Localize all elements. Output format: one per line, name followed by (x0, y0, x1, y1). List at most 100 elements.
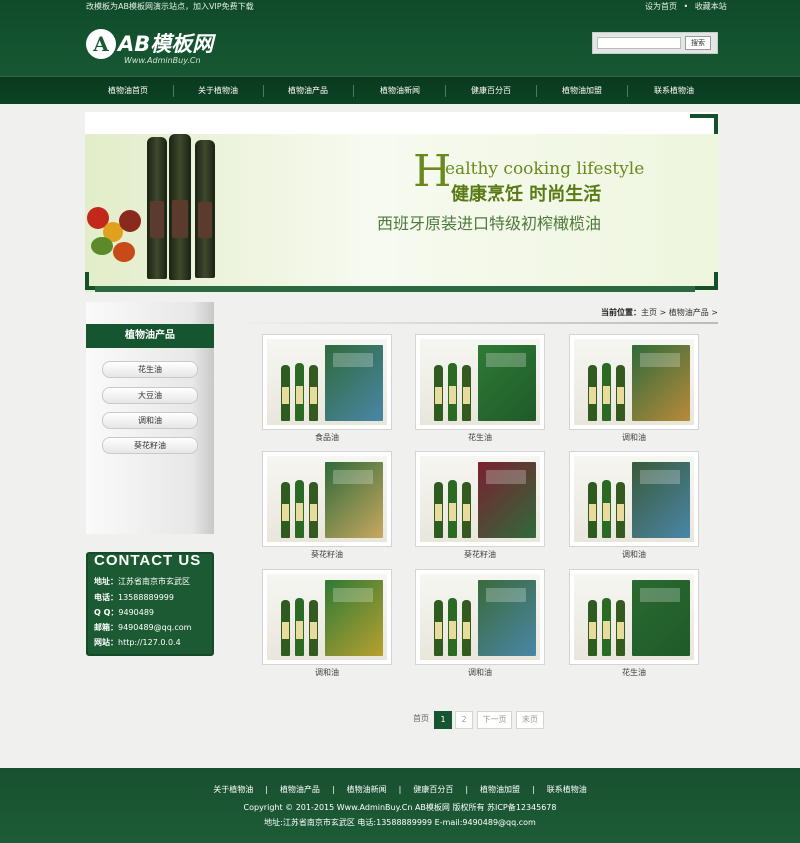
vegetable-image (113, 242, 135, 262)
search-button[interactable]: 搜索 (685, 36, 711, 50)
nav-item[interactable]: 联系植物油 (629, 77, 719, 105)
nav-item[interactable]: 植物油加盟 (537, 77, 627, 105)
product-card[interactable]: 葵花籽油 (262, 451, 392, 559)
breadcrumb-separator: > (656, 308, 669, 317)
bottle-image (434, 365, 443, 421)
bottle-image (295, 363, 304, 421)
product-image[interactable] (574, 339, 694, 425)
product-image[interactable] (420, 339, 540, 425)
contact-address: 地址：江苏省南京市玄武区 (94, 576, 190, 587)
contact-label: 网站： (94, 638, 118, 647)
product-image-frame[interactable] (415, 451, 545, 547)
product-caption[interactable]: 调和油 (569, 432, 699, 443)
footer-link[interactable]: 植物油加盟 (480, 785, 520, 794)
nav-item[interactable]: 关于植物油 (173, 77, 263, 105)
product-card[interactable]: 葵花籽油 (415, 451, 545, 559)
contact-heading: CONTACT US (94, 552, 202, 569)
pager-page[interactable]: 2 (455, 711, 473, 729)
nav-item[interactable]: 植物油产品 (263, 77, 353, 105)
header: 改模板为AB模板网演示站点，加入VIP免费下载 设为首页 • 收藏本站 A AB… (0, 0, 800, 104)
footer-link[interactable]: 植物油产品 (280, 785, 320, 794)
product-caption[interactable]: 调和油 (262, 667, 392, 678)
pager-page-current[interactable]: 1 (434, 711, 452, 729)
nav-separator (353, 85, 354, 97)
product-image-frame[interactable] (262, 334, 392, 430)
footer-address: 地址:江苏省南京市玄武区 电话:13588889999 E-mail:94904… (264, 818, 536, 827)
product-image[interactable] (574, 574, 694, 660)
product-image[interactable] (420, 574, 540, 660)
bottle-image (434, 482, 443, 538)
breadcrumb: 当前位置：主页 > 植物油产品 > (244, 305, 718, 321)
olive-oil-bottle-image (169, 134, 191, 280)
bottle-image (588, 365, 597, 421)
product-caption[interactable]: 调和油 (415, 667, 545, 678)
product-card[interactable]: 调和油 (569, 451, 699, 559)
footer-link[interactable]: 健康百分百 (413, 785, 453, 794)
pager-first[interactable]: 首页 (410, 711, 432, 729)
product-image[interactable] (420, 456, 540, 542)
contact-value: 13588889999 (118, 593, 174, 602)
product-image[interactable] (267, 574, 387, 660)
product-caption[interactable]: 食品油 (262, 432, 392, 443)
favorite-link[interactable]: 收藏本站 (695, 2, 727, 11)
contact-value[interactable]: http://127.0.0.4 (118, 638, 181, 647)
product-caption[interactable]: 葵花籽油 (415, 549, 545, 560)
product-image[interactable] (574, 456, 694, 542)
category-item[interactable]: 花生油 (102, 361, 198, 378)
dot-separator: • (683, 2, 689, 11)
search-input[interactable] (597, 37, 681, 49)
product-image-frame[interactable] (415, 569, 545, 665)
product-image[interactable] (267, 339, 387, 425)
contact-qq: Q Q：9490489 (94, 607, 154, 618)
bottle-image (462, 365, 471, 421)
product-caption[interactable]: 花生油 (415, 432, 545, 443)
breadcrumb-current-link[interactable]: 植物油产品 (669, 308, 709, 317)
category-item[interactable]: 葵花籽油 (102, 437, 198, 454)
olive-oil-bottle-image (195, 140, 215, 278)
bottle-image (616, 365, 625, 421)
product-image[interactable] (267, 456, 387, 542)
pager-last[interactable]: 末页 (516, 711, 544, 729)
sidebar-title: 植物油产品 (86, 324, 214, 348)
site-logo[interactable]: A AB模板网 Www.AdminBuy.Cn (86, 26, 246, 66)
breadcrumb-home-link[interactable]: 主页 (641, 308, 657, 317)
product-card[interactable]: 调和油 (569, 334, 699, 442)
footer-link[interactable]: 联系植物油 (547, 785, 587, 794)
product-card[interactable]: 食品油 (262, 334, 392, 442)
breadcrumb-tail: > (708, 308, 718, 317)
product-image-frame[interactable] (569, 569, 699, 665)
product-card[interactable]: 调和油 (262, 569, 392, 677)
footer-link[interactable]: 植物油新闻 (347, 785, 387, 794)
product-card[interactable]: 花生油 (415, 334, 545, 442)
nav-item[interactable]: 健康百分百 (446, 77, 536, 105)
set-home-link[interactable]: 设为首页 (645, 2, 677, 11)
hero-banner: H ealthy cooking lifestyle 健康烹饪 时尚生活 西班牙… (85, 112, 718, 292)
bottle-image (281, 482, 290, 538)
category-item[interactable]: 大豆油 (102, 387, 198, 404)
contact-value: 江苏省南京市玄武区 (118, 577, 190, 586)
pager-next[interactable]: 下一页 (477, 711, 512, 729)
product-caption[interactable]: 葵花籽油 (262, 549, 392, 560)
product-card[interactable]: 调和油 (415, 569, 545, 677)
footer-link[interactable]: 关于植物油 (213, 785, 253, 794)
category-item[interactable]: 调和油 (102, 412, 198, 429)
banner-subslogan: 西班牙原装进口特级初榨橄榄油 (377, 214, 602, 233)
product-caption[interactable]: 调和油 (569, 549, 699, 560)
footer-links: 关于植物油 | 植物油产品 | 植物油新闻 | 健康百分百 | 植物油加盟 | 联系植物油 (0, 784, 800, 795)
footer-separator: | (265, 785, 268, 794)
contact-value: 9490489 (118, 608, 155, 617)
product-image-frame[interactable] (262, 451, 392, 547)
product-caption[interactable]: 花生油 (569, 667, 699, 678)
main-nav: 植物油首页 关于植物油 植物油产品 植物油新闻 健康百分百 植物油加盟 联系植物油 (0, 76, 800, 104)
product-image-frame[interactable] (262, 569, 392, 665)
bottle-image (309, 600, 318, 656)
bottle-image (434, 600, 443, 656)
nav-item[interactable]: 植物油新闻 (355, 77, 445, 105)
product-image-frame[interactable] (569, 451, 699, 547)
bottle-image (602, 363, 611, 421)
product-card[interactable]: 花生油 (569, 569, 699, 677)
product-image-frame[interactable] (415, 334, 545, 430)
product-image-frame[interactable] (569, 334, 699, 430)
bottle-image (295, 480, 304, 538)
nav-item[interactable]: 植物油首页 (83, 77, 173, 105)
